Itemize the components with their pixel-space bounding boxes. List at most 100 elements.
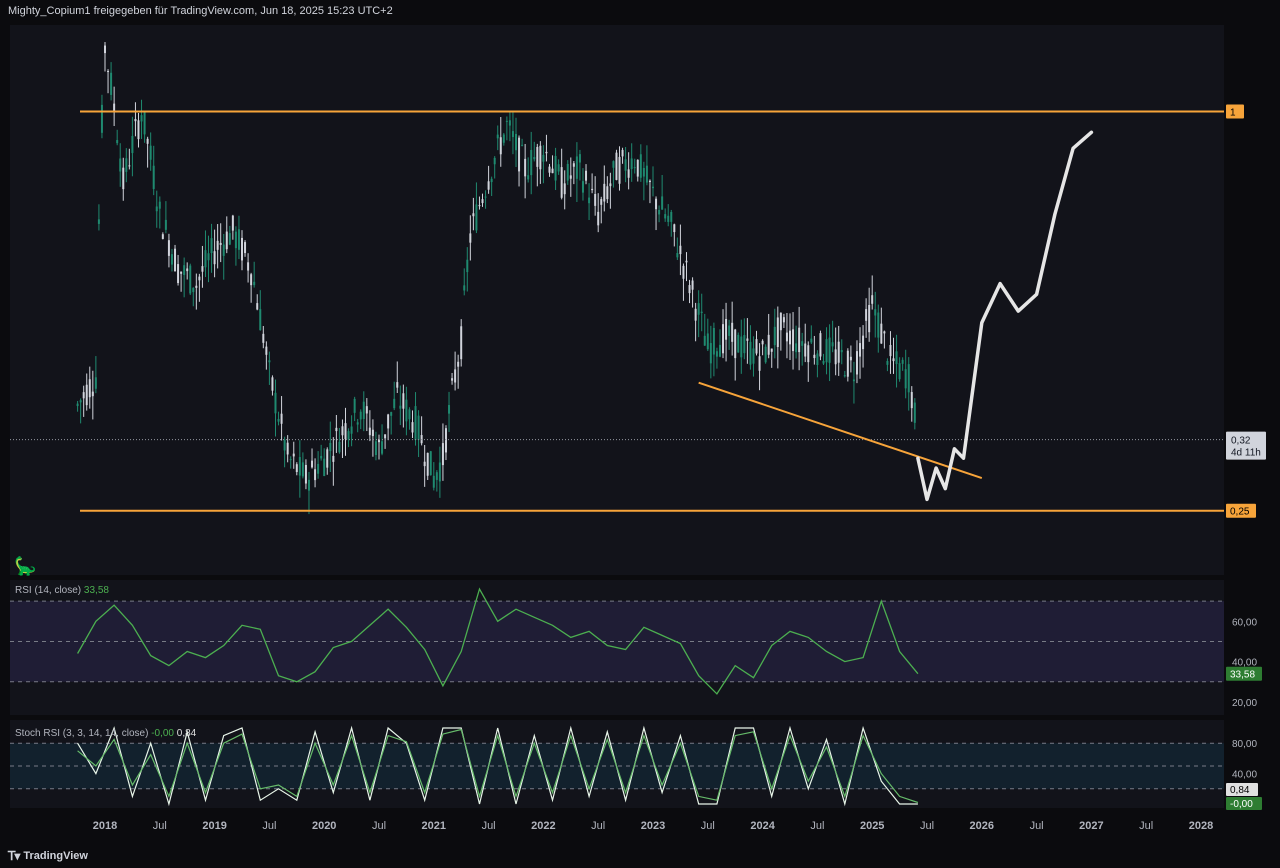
price-candle: [180, 271, 183, 274]
price-candle: [725, 319, 728, 340]
top-level-label: 1: [1226, 104, 1244, 119]
x-tick-label: 2020: [312, 820, 336, 832]
x-tick-label: 2018: [93, 820, 117, 832]
x-tick-label: 2022: [531, 820, 555, 832]
price-candle: [167, 240, 170, 256]
price-candle: [451, 378, 454, 381]
price-candle: [104, 45, 106, 54]
price-candle: [694, 308, 697, 321]
price-candle: [399, 405, 402, 409]
rsi-legend[interactable]: RSI (14, close) 33,58: [15, 585, 109, 596]
price-candle: [846, 350, 849, 377]
rsi-axis-label: 20,00: [1232, 698, 1257, 709]
price-candle: [627, 169, 630, 178]
price-candle: [110, 72, 113, 95]
current-price-countdown: 4d 11h: [1231, 448, 1261, 459]
price-candle: [76, 403, 79, 407]
price-candle: [362, 401, 365, 420]
price-candle: [274, 392, 277, 414]
price-candle: [469, 233, 472, 243]
rsi-value: 33,58: [83, 585, 109, 596]
price-candle: [359, 411, 362, 420]
price-candle: [244, 242, 247, 254]
price-candle: [667, 215, 670, 222]
price-candle: [764, 346, 767, 363]
price-candle: [307, 479, 310, 491]
footer-brand[interactable]: ꓔ▾ TradingView: [8, 848, 88, 864]
stoch-k-value-label-text: -0,00: [1230, 799, 1253, 810]
price-candle: [146, 138, 149, 144]
price-candle: [722, 324, 725, 354]
bottom-level-label: 0,25: [1226, 503, 1256, 518]
price-candle: [164, 219, 167, 230]
price-candle: [527, 175, 530, 180]
price-candle: [283, 439, 286, 451]
price-candle: [785, 332, 788, 342]
price-candle: [466, 259, 469, 273]
price-candle: [338, 441, 341, 453]
price-candle: [658, 209, 661, 215]
price-candle: [125, 158, 128, 172]
price-candle: [907, 364, 910, 393]
price-candle: [158, 201, 161, 209]
price-candle: [371, 429, 374, 437]
price-candle: [898, 363, 901, 380]
price-candle: [314, 469, 317, 481]
price-candle: [849, 356, 852, 361]
price-candle: [286, 442, 289, 455]
price-candle: [706, 333, 709, 350]
price-candle: [600, 199, 603, 205]
price-candle: [88, 379, 91, 398]
price-candle: [609, 183, 612, 187]
price-candle: [289, 459, 292, 461]
price-candle: [408, 409, 411, 420]
price-candle: [478, 205, 481, 207]
price-candle: [140, 115, 143, 122]
stoch-d-value-label: 0,84: [1226, 783, 1258, 796]
price-candle: [728, 325, 731, 336]
price-candle: [758, 356, 761, 371]
stoch-title: Stoch RSI (3, 3, 14, 14, close): [15, 728, 149, 739]
price-candle: [743, 335, 746, 354]
price-candle: [767, 334, 770, 355]
price-candle: [390, 412, 393, 416]
price-candle: [186, 268, 189, 272]
price-candle: [630, 158, 633, 170]
price-candle: [107, 70, 110, 72]
price-candle: [329, 442, 332, 452]
price-panel: [10, 25, 1224, 575]
price-candle: [664, 214, 667, 219]
price-candle: [621, 149, 624, 157]
price-candle: [368, 427, 371, 436]
price-candle: [551, 168, 554, 174]
price-candle: [97, 219, 100, 224]
price-candle: [301, 462, 304, 477]
stoch-d-value-label-text: 0,84: [1230, 785, 1250, 796]
price-candle: [396, 382, 399, 388]
price-candle: [481, 199, 484, 204]
price-candle: [834, 349, 837, 365]
price-candle: [712, 327, 715, 355]
price-candle: [539, 145, 542, 170]
price-candle: [536, 146, 539, 167]
price-candle: [128, 165, 131, 167]
price-candle: [615, 152, 618, 180]
price-candle: [831, 342, 834, 347]
x-tick-label: Jul: [1139, 820, 1153, 832]
price-candle: [749, 341, 752, 365]
price-candle: [731, 322, 734, 342]
price-candle: [792, 329, 795, 352]
x-tick-label: Jul: [591, 820, 605, 832]
price-candle: [234, 231, 237, 249]
price-candle: [216, 240, 219, 250]
price-candle: [426, 452, 429, 476]
price-candle: [886, 361, 889, 365]
price-candle: [822, 361, 825, 364]
stoch-legend[interactable]: Stoch RSI (3, 3, 14, 14, close) -0,00 0,…: [15, 728, 196, 739]
stoch-axis-label: 40,00: [1232, 770, 1257, 781]
price-candle: [344, 423, 347, 440]
price-candle: [901, 359, 904, 364]
price-candle: [603, 183, 606, 202]
price-candle: [755, 339, 758, 354]
price-candle: [122, 167, 125, 190]
